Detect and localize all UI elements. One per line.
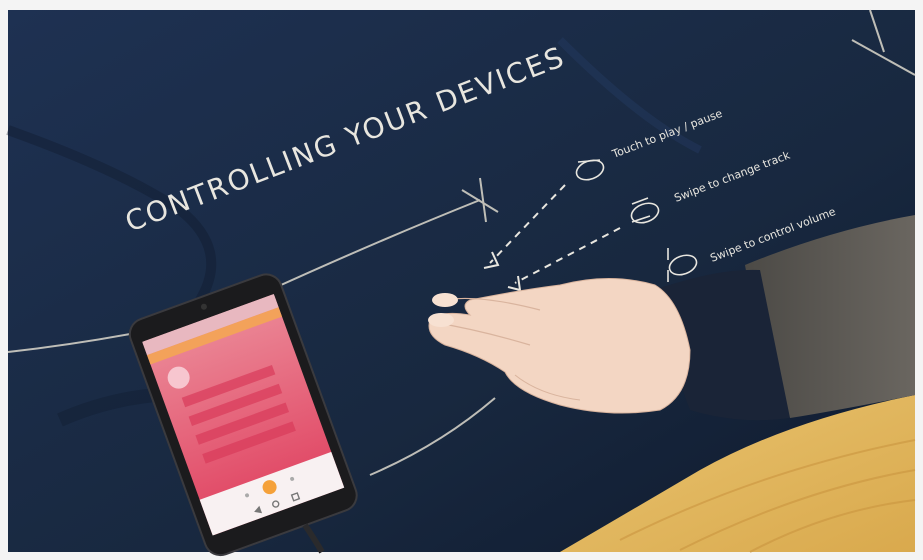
photo-scene: CONTROLLING YOUR DEVICES Touch to play /… <box>0 0 923 560</box>
